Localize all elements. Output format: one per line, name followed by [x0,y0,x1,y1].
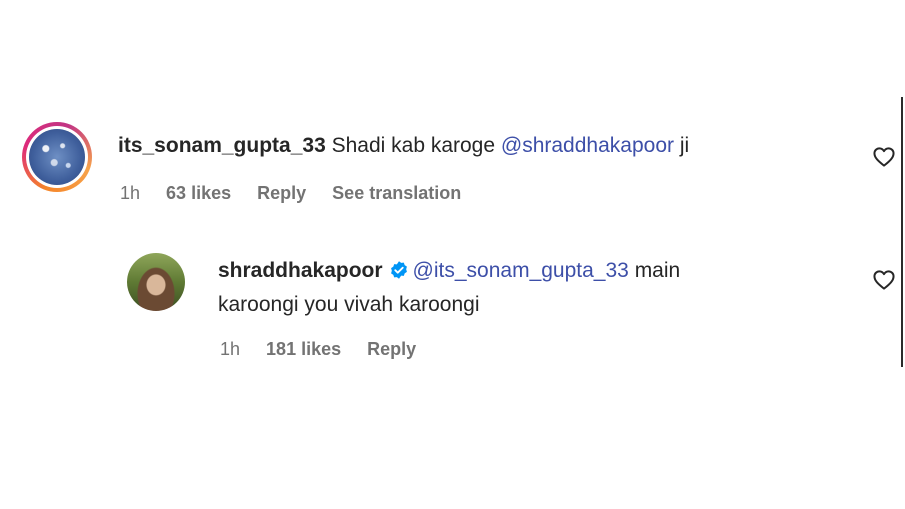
reply-button[interactable]: Reply [367,339,416,359]
mention-link[interactable]: @its_sonam_gupta_33 [413,259,629,282]
comment-text: Shadi kab karoge [331,134,496,157]
comment-text-line: its_sonam_gupta_33 Shadi kab karoge @shr… [118,133,689,159]
comment-username[interactable]: shraddhakapoor [218,259,383,282]
comments-panel: its_sonam_gupta_33 Shadi kab karoge @shr… [0,0,905,509]
story-ring[interactable] [22,122,92,192]
likes-count[interactable]: 181 likes [266,339,341,359]
avatar[interactable] [29,129,85,185]
avatar[interactable] [127,253,185,311]
reply-button[interactable]: Reply [257,183,306,203]
likes-count[interactable]: 63 likes [166,183,231,203]
comment-time: 1h [220,339,241,359]
verified-badge-icon [390,261,407,279]
comment-username[interactable]: its_sonam_gupta_33 [118,134,326,157]
comment-text: main [634,259,681,282]
frame-edge [901,97,903,367]
comment-time: 1h [120,183,141,203]
comment-meta: 1h 181 likes Reply [220,338,437,360]
see-translation-button[interactable]: See translation [332,183,461,203]
comment-text-line-2: karoongi you vivah karoongi [218,293,480,316]
heart-outline-icon[interactable] [873,270,895,290]
comment-text-line: shraddhakapoor @its_sonam_gupta_33 main [218,258,680,284]
mention-link[interactable]: @shraddhakapoor [501,134,674,157]
heart-outline-icon[interactable] [873,147,895,167]
comment-meta: 1h 63 likes Reply See translation [120,182,482,204]
comment-text-suffix: ji [679,134,690,157]
